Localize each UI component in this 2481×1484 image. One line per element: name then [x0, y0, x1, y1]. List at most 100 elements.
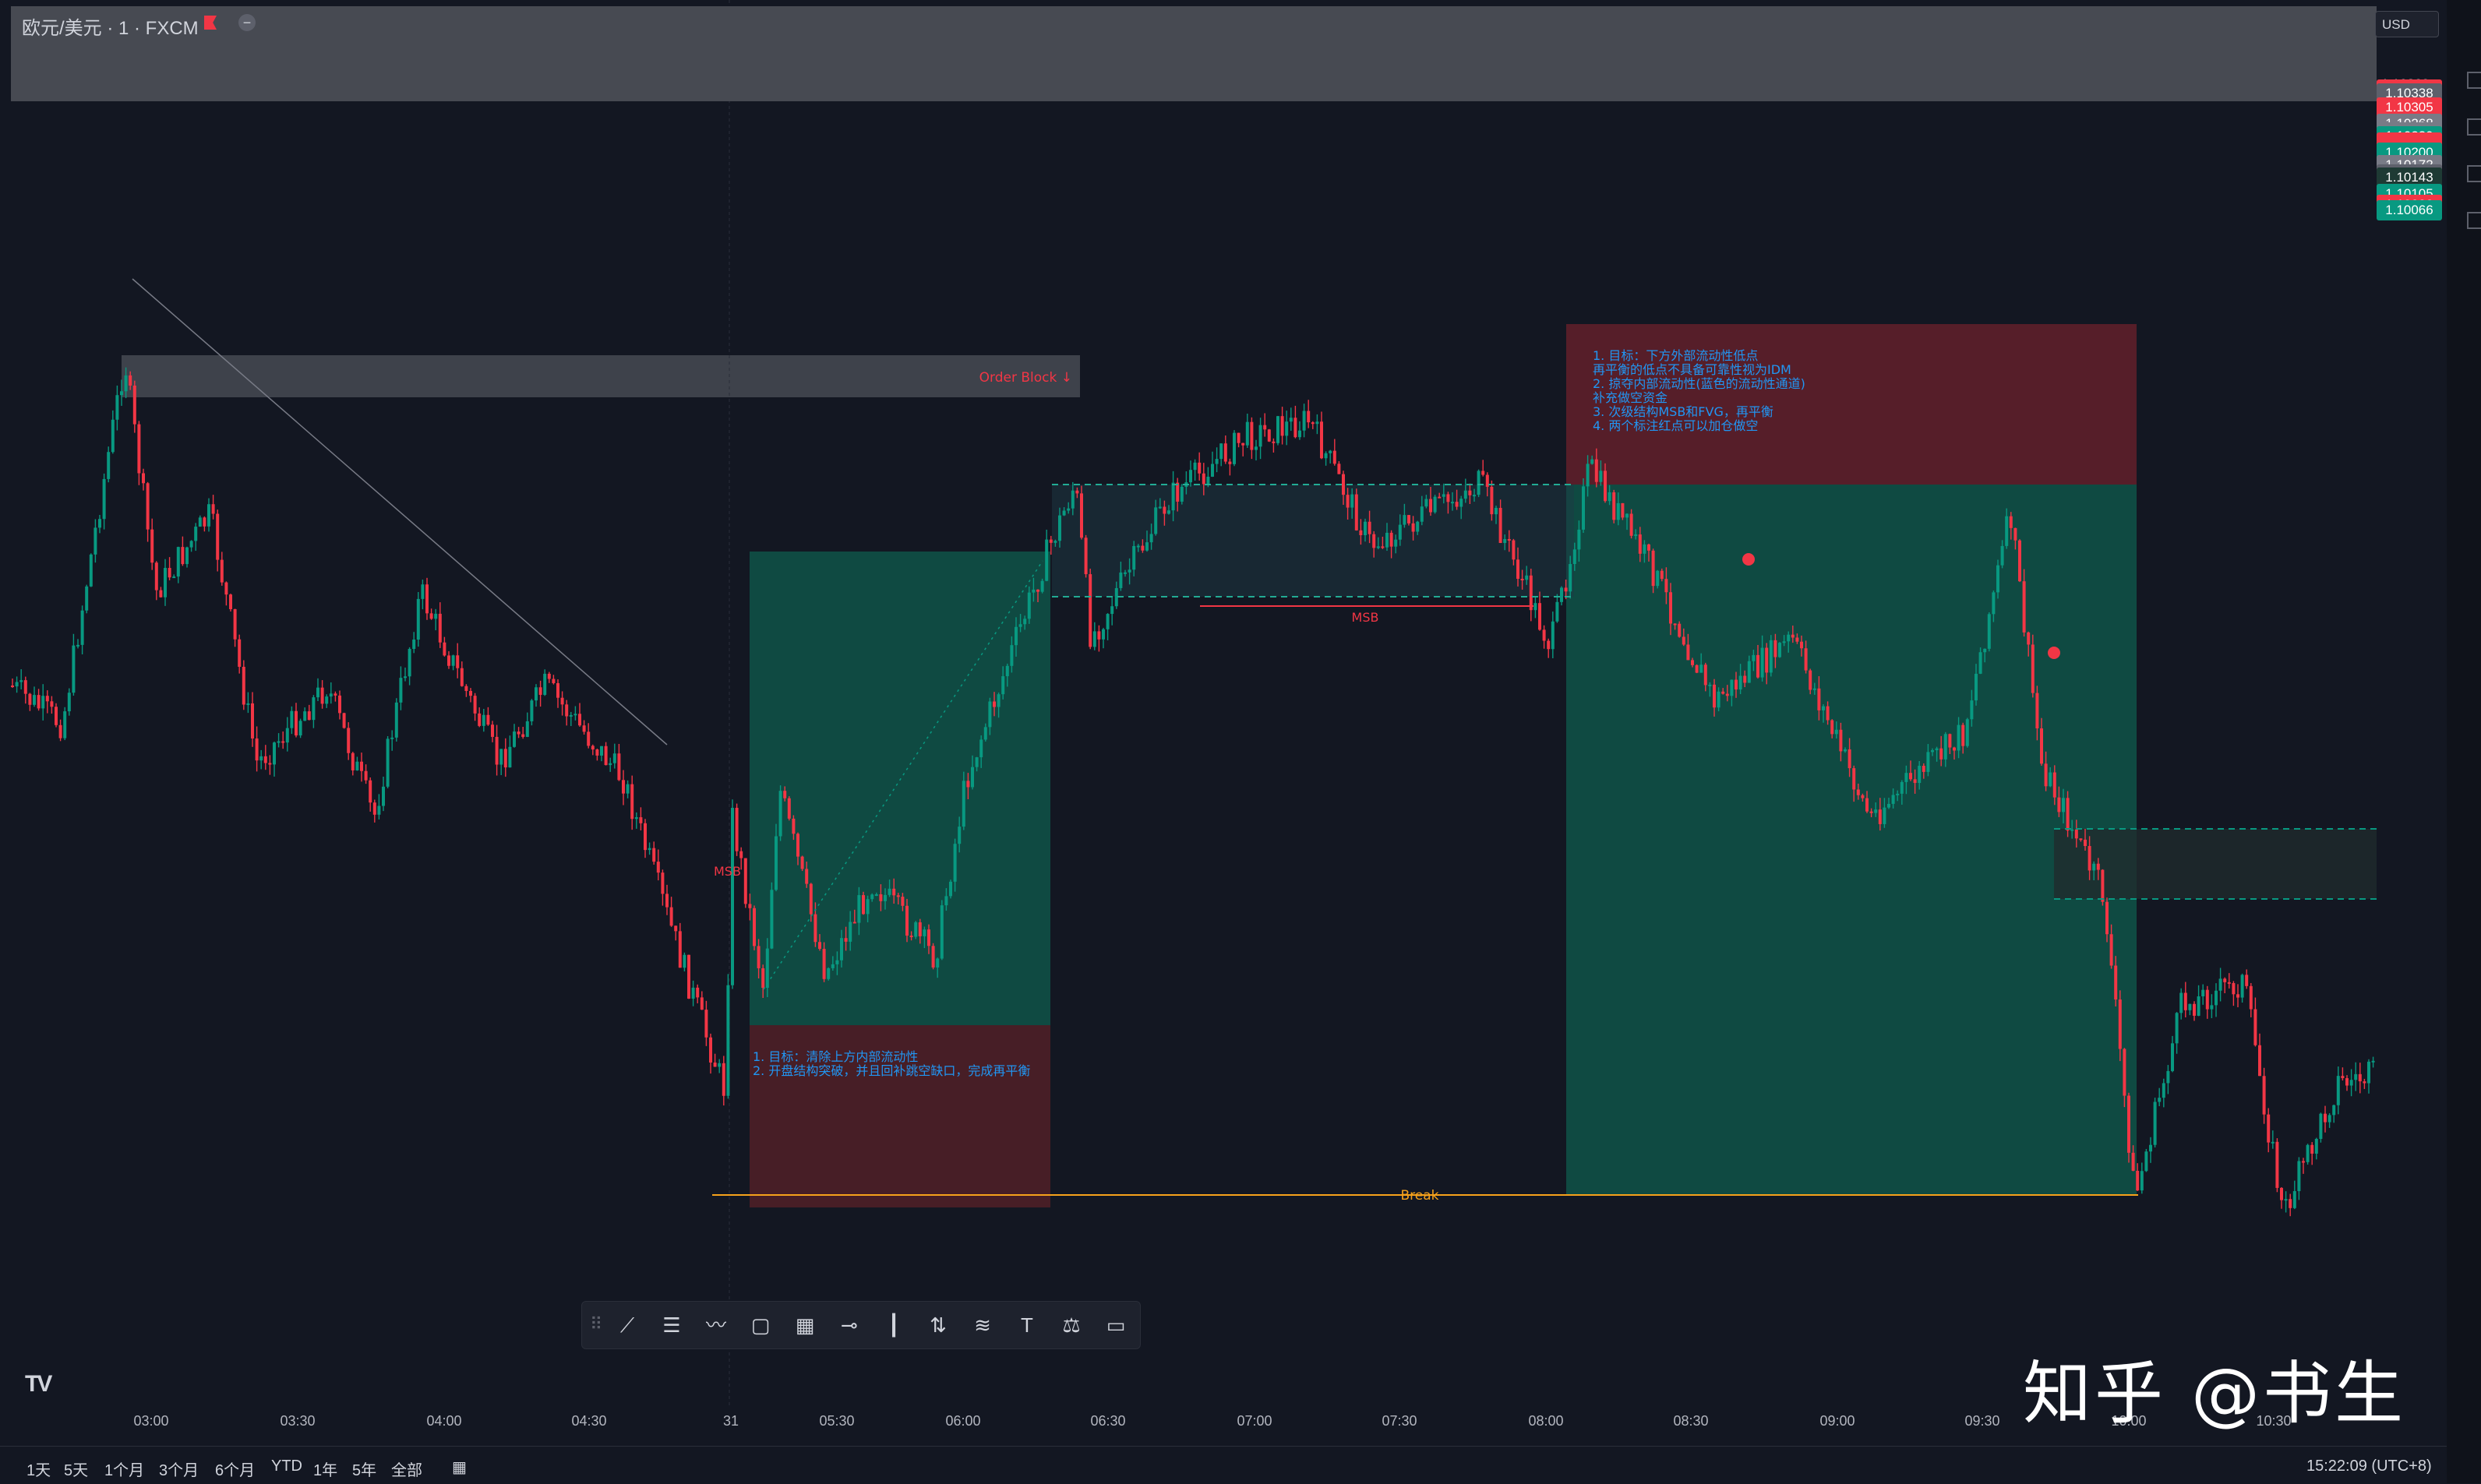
candle-body — [443, 642, 446, 656]
candle-body — [622, 780, 625, 794]
collapse-button[interactable]: − — [238, 14, 256, 31]
candle-body — [1961, 724, 1965, 746]
candle-body — [1250, 421, 1254, 450]
candle-body — [953, 844, 957, 882]
price-range-icon[interactable]: ⇅ — [924, 1311, 952, 1339]
candle-body — [329, 693, 333, 697]
long-short-icon[interactable]: ⚖ — [1057, 1311, 1085, 1339]
candle-body — [63, 711, 67, 738]
candle-body — [582, 725, 586, 732]
candle-body — [1735, 679, 1738, 690]
brush-icon[interactable]: 〰 — [702, 1311, 730, 1339]
candle-body — [517, 731, 521, 735]
candle-body — [709, 1037, 712, 1063]
trend-line-icon[interactable]: ⟋ — [613, 1311, 641, 1339]
candle-body — [1590, 459, 1594, 464]
candle-body — [2249, 985, 2253, 1010]
candle-body — [429, 613, 433, 619]
candle-body — [2127, 1095, 2130, 1153]
range-button[interactable]: YTD — [271, 1458, 302, 1475]
candle-body — [892, 888, 896, 896]
candle-body — [347, 728, 351, 753]
candle-body — [565, 704, 569, 717]
candle-body — [1883, 807, 1886, 824]
candle-body — [295, 710, 298, 736]
range-button[interactable]: 5天 — [64, 1458, 88, 1480]
candle-body — [1075, 490, 1079, 494]
candle-body — [1738, 675, 1742, 690]
symbol-title[interactable]: 欧元/美元 · 1 · FXCM — [22, 12, 199, 40]
candle-body — [1332, 450, 1336, 464]
candle-body — [1569, 564, 1572, 592]
drawing-toolbar[interactable]: ⠿ ⟋ ☰ 〰 ▢ ▦ ⊸ ┃ ⇅ ≋ T ⚖ ▭ — [581, 1301, 1141, 1349]
candle-body — [1826, 706, 1830, 721]
candle-body — [587, 731, 591, 746]
candle-body — [2188, 1003, 2192, 1010]
parallel-channel-icon[interactable]: ≋ — [969, 1311, 997, 1339]
candle-body — [115, 395, 119, 420]
candle-body — [1272, 441, 1276, 443]
range-button[interactable]: 全部 — [391, 1458, 422, 1480]
candle-body — [1342, 474, 1345, 495]
candle-body — [342, 713, 346, 728]
candle-body — [547, 673, 551, 679]
range-button[interactable]: 3个月 — [159, 1458, 199, 1480]
candle-body — [800, 856, 804, 869]
candle-body — [1507, 538, 1511, 541]
candle-body — [15, 682, 19, 687]
range-button[interactable]: 1天 — [26, 1458, 51, 1480]
candle-body — [355, 761, 359, 770]
candle-body — [45, 696, 49, 702]
candle-body — [1477, 471, 1480, 495]
candle-body — [1765, 647, 1769, 673]
candle-body — [552, 679, 556, 683]
sidebar-panel-icon[interactable] — [2467, 72, 2481, 89]
calendar-icon[interactable]: ▦ — [452, 1458, 467, 1477]
candle-body — [1092, 631, 1096, 647]
candle-body — [1141, 545, 1145, 551]
range-button[interactable]: 6个月 — [215, 1458, 255, 1480]
candle-body — [569, 714, 573, 717]
comment-icon[interactable]: ▭ — [1102, 1311, 1130, 1339]
currency-select[interactable]: USD — [2375, 11, 2439, 37]
horizontal-lines-icon[interactable]: ☰ — [658, 1311, 686, 1339]
candle-body — [11, 686, 14, 687]
candle-body — [971, 767, 974, 788]
candle-body — [111, 419, 115, 453]
candle-body — [1787, 634, 1791, 642]
candle-body — [1407, 515, 1410, 523]
price-axis[interactable]: 1.103601.103501.103401.103301.103201.103… — [2377, 31, 2447, 1426]
candle-body — [813, 914, 817, 943]
text-icon[interactable]: T — [1013, 1311, 1041, 1339]
horizontal-ray-icon[interactable]: ⊸ — [835, 1311, 863, 1339]
candle-body — [456, 655, 460, 668]
range-button[interactable]: 1年 — [313, 1458, 337, 1480]
order-block-zone — [122, 355, 1080, 397]
sidebar-panel-icon[interactable] — [2467, 212, 2481, 229]
msb-label: MSB — [1352, 610, 1379, 625]
range-button[interactable]: 5年 — [352, 1458, 376, 1480]
candle-body — [1542, 629, 1546, 641]
sidebar-panel-icon[interactable] — [2467, 165, 2481, 182]
candle-body — [1708, 684, 1712, 686]
candle-body — [2341, 1076, 2345, 1079]
candle-body — [2327, 1115, 2331, 1123]
range-button[interactable]: 1个月 — [104, 1458, 144, 1480]
grid-icon[interactable]: ▦ — [791, 1311, 819, 1339]
drag-handle-icon[interactable]: ⠿ — [590, 1314, 602, 1334]
tradingview-logo-icon[interactable]: TV — [25, 1371, 52, 1398]
candle-body — [543, 673, 547, 695]
vertical-line-icon[interactable]: ┃ — [880, 1311, 908, 1339]
candle-body — [1149, 534, 1153, 543]
candlestick-chart[interactable]: Order Block ↓MSBMSBBreak1. 目标：清除上方内部流动性2… — [0, 0, 2447, 1408]
candle-body — [2171, 1043, 2174, 1071]
sidebar-panel-icon[interactable] — [2467, 118, 2481, 136]
rectangle-icon[interactable]: ▢ — [746, 1311, 775, 1339]
candle-body — [1490, 486, 1494, 515]
candle-body — [142, 473, 145, 484]
candle-body — [753, 908, 756, 946]
clock[interactable]: 15:22:09 (UTC+8) — [2306, 1458, 2432, 1475]
candle-body — [159, 590, 163, 597]
candle-body — [2280, 1187, 2283, 1200]
candle-body — [1027, 592, 1031, 619]
